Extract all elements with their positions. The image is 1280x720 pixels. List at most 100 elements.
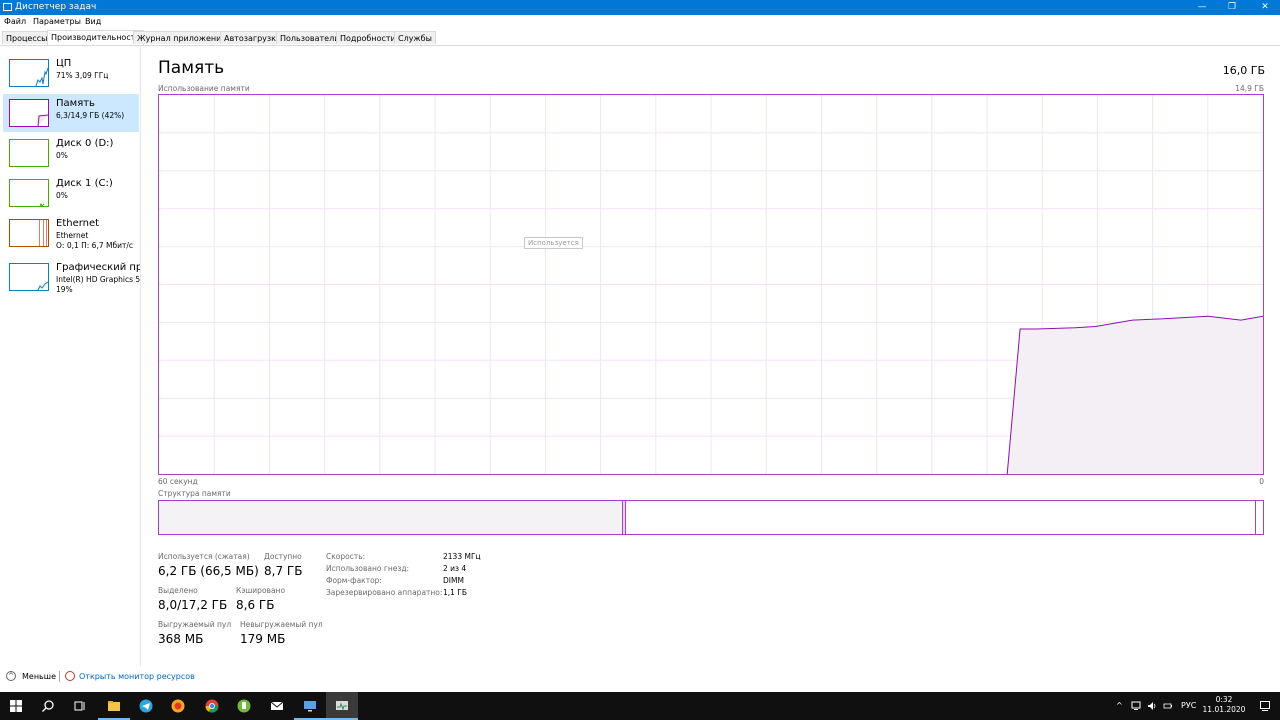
- taskbar-file-explorer[interactable]: [98, 692, 130, 720]
- memory-usage-area: [1007, 316, 1263, 474]
- task-view-button[interactable]: [64, 692, 96, 720]
- sidebar-item-detail: О: 0,1 П: 6,7 Мбит/с: [56, 241, 133, 250]
- usage-graph-label: Использование памяти: [158, 84, 250, 93]
- sidebar-item-detail: 19%: [56, 285, 73, 294]
- window-title: Диспетчер задач: [15, 2, 97, 12]
- stat-nonpaged-pool-label: Невыгружаемый пул: [240, 620, 323, 629]
- memory-thumbnail: [9, 99, 49, 127]
- sidebar-item-label: Диск 0 (D:): [56, 138, 114, 149]
- remote-desktop-icon: [304, 701, 316, 712]
- composition-standby-divider: [1255, 501, 1256, 534]
- sidebar-item-label: Ethernet: [56, 218, 100, 229]
- task-manager-icon: [3, 3, 12, 11]
- disk-1-thumbnail: [9, 179, 49, 207]
- sidebar-item-detail: Ethernet: [56, 231, 89, 240]
- stat-nonpaged-pool-value: 179 МБ: [240, 632, 286, 646]
- graph-tooltip: Используется: [524, 237, 583, 249]
- chrome-icon: [205, 699, 219, 713]
- total-memory: 16,0 ГБ: [1222, 64, 1265, 77]
- sidebar-item-memory[interactable]: Память 6,3/14,9 ГБ (42%): [3, 94, 139, 132]
- taskbar-utorrent[interactable]: [228, 692, 260, 720]
- prop-form-factor-value: DIMM: [443, 576, 464, 585]
- close-button[interactable]: ✕: [1250, 0, 1280, 15]
- stat-committed-label: Выделено: [158, 586, 198, 595]
- mail-icon: [270, 701, 284, 710]
- sidebar-item-detail: 0%: [56, 151, 68, 160]
- stat-paged-pool-value: 368 МБ: [158, 632, 204, 646]
- time-axis-right: 0: [1259, 477, 1264, 486]
- sidebar-item-label: Память: [56, 98, 95, 109]
- sidebar-item-detail: 71% 3,09 ГГц: [56, 71, 109, 80]
- taskbar-chrome[interactable]: [196, 692, 228, 720]
- sidebar-item-label: Графический про: [56, 262, 140, 273]
- sidebar-item-disk-1[interactable]: Диск 1 (C:) 0%: [3, 174, 139, 212]
- taskbar-yandex-browser[interactable]: [162, 692, 194, 720]
- sidebar-item-ethernet[interactable]: Ethernet Ethernet О: 0,1 П: 6,7 Мбит/с: [3, 214, 139, 252]
- ethernet-thumbnail: [9, 219, 49, 247]
- task-manager-icon: [336, 701, 348, 711]
- footer-bar: ^ Меньше Открыть монитор ресурсов: [0, 668, 1280, 686]
- sidebar-item-disk-0[interactable]: Диск 0 (D:) 0%: [3, 134, 139, 172]
- tab-performance[interactable]: Производительность: [47, 30, 145, 45]
- fewer-details-button[interactable]: Меньше: [22, 672, 56, 681]
- taskbar-remote-desktop[interactable]: [294, 692, 326, 720]
- minimize-button[interactable]: —: [1187, 0, 1217, 15]
- menu-bar: Файл Параметры Вид: [0, 15, 1280, 29]
- footer-divider: [59, 671, 60, 682]
- taskbar: ^ РУС 0:32 11.01.2020: [0, 692, 1280, 720]
- sidebar-item-gpu[interactable]: Графический про Intel(R) HD Graphics 530…: [3, 258, 140, 296]
- stat-available-value: 8,7 ГБ: [264, 564, 303, 578]
- search-button[interactable]: [32, 692, 64, 720]
- sidebar-item-detail: Intel(R) HD Graphics 530: [56, 275, 140, 284]
- time-axis-left: 60 секунд: [158, 477, 198, 486]
- maximize-button[interactable]: ❐: [1217, 0, 1247, 15]
- taskbar-mail[interactable]: [261, 692, 293, 720]
- menu-file[interactable]: Файл: [4, 15, 26, 29]
- resource-monitor-icon[interactable]: [65, 671, 75, 681]
- taskbar-telegram[interactable]: [130, 692, 162, 720]
- task-view-icon: [74, 701, 85, 711]
- tab-details[interactable]: Подробности: [336, 31, 400, 44]
- notifications-icon[interactable]: [1259, 700, 1271, 712]
- taskbar-task-manager[interactable]: [326, 692, 358, 720]
- tab-processes[interactable]: Процессы: [2, 31, 52, 44]
- title-bar: Диспетчер задач — ❐ ✕: [0, 0, 1280, 15]
- open-resource-monitor-link[interactable]: Открыть монитор ресурсов: [79, 672, 195, 681]
- sidebar-item-label: ЦП: [56, 58, 72, 69]
- prop-slots-label: Использовано гнезд:: [326, 564, 410, 573]
- menu-view[interactable]: Вид: [85, 15, 101, 29]
- utorrent-icon: [237, 699, 251, 713]
- show-hidden-icons-button[interactable]: ^: [1116, 692, 1123, 720]
- network-icon[interactable]: [1131, 701, 1141, 711]
- stat-committed-value: 8,0/17,2 ГБ: [158, 598, 228, 612]
- start-button[interactable]: [0, 692, 32, 720]
- performance-sidebar: ЦП 71% 3,09 ГГц Память 6,3/14,9 ГБ (42%)…: [0, 46, 141, 666]
- chevron-up-icon[interactable]: ^: [6, 671, 16, 681]
- battery-icon[interactable]: [1163, 701, 1173, 711]
- gpu-thumbnail: [9, 263, 49, 291]
- stat-in-use-value: 6,2 ГБ (66,5 МБ): [158, 564, 259, 578]
- yandex-browser-icon: [171, 699, 185, 713]
- memory-composition-bar[interactable]: [158, 500, 1264, 535]
- menu-options[interactable]: Параметры: [33, 15, 81, 29]
- volume-icon[interactable]: [1147, 701, 1157, 711]
- windows-logo-icon: [10, 700, 22, 712]
- input-language[interactable]: РУС: [1181, 692, 1196, 720]
- clock-time: 0:32: [1215, 695, 1233, 704]
- tab-users[interactable]: Пользователи: [276, 31, 344, 44]
- sidebar-item-cpu[interactable]: ЦП 71% 3,09 ГГц: [3, 54, 139, 92]
- memory-usage-chart: [159, 95, 1263, 474]
- system-clock[interactable]: 0:32 11.01.2020: [1196, 695, 1252, 715]
- stat-in-use-label: Используется (сжатая): [158, 552, 250, 561]
- tab-bar: Процессы Производительность Журнал прило…: [0, 30, 1280, 46]
- prop-reserved-value: 1,1 ГБ: [443, 588, 468, 597]
- stat-cached-label: Кэшировано: [236, 586, 286, 595]
- tab-app-history[interactable]: Журнал приложений: [133, 31, 231, 44]
- tab-services[interactable]: Службы: [394, 31, 436, 44]
- stat-cached-value: 8,6 ГБ: [236, 598, 275, 612]
- page-title: Память: [158, 58, 225, 78]
- structure-label: Структура памяти: [158, 489, 231, 498]
- usage-graph-max: 14,9 ГБ: [1235, 84, 1264, 93]
- prop-slots-value: 2 из 4: [443, 564, 467, 573]
- prop-speed-value: 2133 МГц: [443, 552, 481, 561]
